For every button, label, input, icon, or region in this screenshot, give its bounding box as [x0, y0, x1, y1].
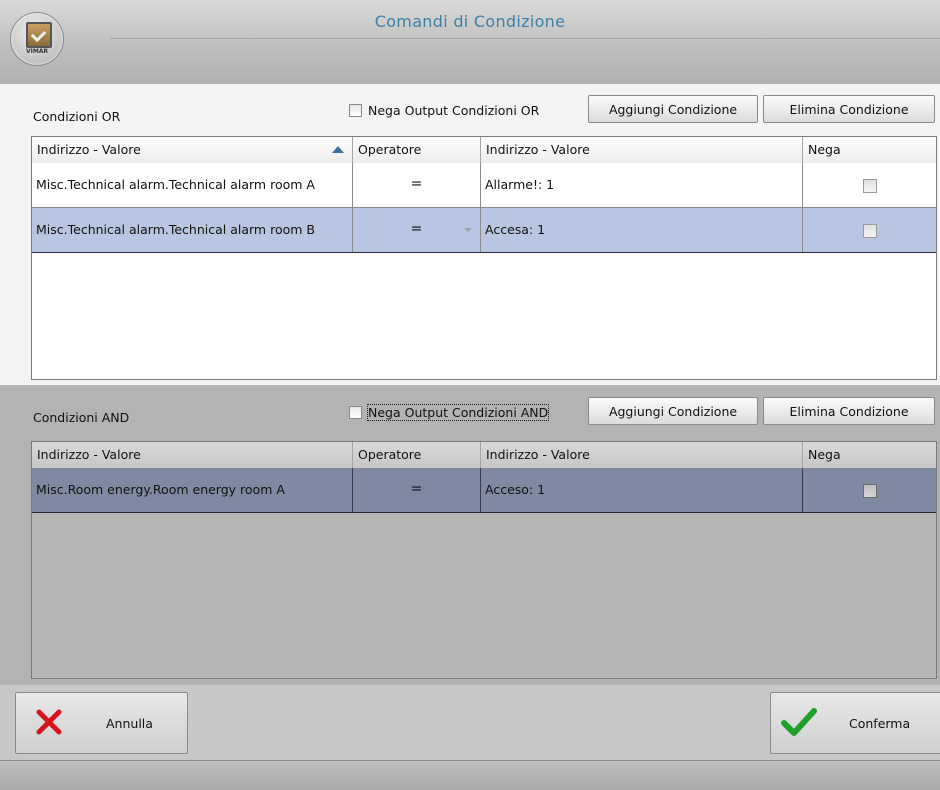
or-col-value[interactable]: Indirizzo - Valore — [481, 137, 803, 163]
dialog-window: VIMAR Comandi di Condizione Condizioni O… — [0, 0, 940, 790]
or-row-operator: = — [410, 221, 423, 237]
and-conditions-panel: Condizioni AND Nega Output Condizioni AN… — [0, 385, 940, 685]
and-table-row-selected[interactable]: Misc.Room energy.Room energy room A = Ac… — [32, 468, 936, 513]
or-row-address[interactable]: Misc.Technical alarm.Technical alarm roo… — [32, 163, 353, 207]
or-delete-condition-button[interactable]: Elimina Condizione — [763, 95, 935, 123]
or-row-operator-dropdown[interactable]: = — [353, 208, 481, 252]
confirm-label: Conferma — [849, 716, 911, 731]
or-row-value[interactable]: Allarme!: 1 — [481, 163, 803, 207]
or-row-address[interactable]: Misc.Technical alarm.Technical alarm roo… — [32, 208, 353, 252]
title-bar: VIMAR Comandi di Condizione — [0, 0, 940, 85]
and-row-negate-checkbox[interactable] — [863, 484, 877, 498]
red-x-icon — [36, 709, 62, 735]
or-conditions-panel: Condizioni OR Nega Output Condizioni OR … — [0, 84, 940, 385]
or-section-label: Condizioni OR — [33, 109, 121, 124]
or-row-value[interactable]: Accesa: 1 — [481, 208, 803, 252]
and-col-value[interactable]: Indirizzo - Valore — [481, 442, 803, 468]
window-title: Comandi di Condizione — [374, 12, 566, 31]
or-col-address[interactable]: Indirizzo - Valore — [32, 137, 353, 163]
and-table-header: Indirizzo - Valore Operatore Indirizzo -… — [32, 442, 936, 469]
or-col-address-label: Indirizzo - Valore — [37, 142, 141, 157]
and-section-label: Condizioni AND — [33, 410, 130, 425]
or-row-negate-checkbox[interactable] — [863, 224, 877, 238]
or-row-negate-checkbox[interactable] — [863, 179, 877, 193]
and-row-value[interactable]: Acceso: 1 — [481, 468, 803, 512]
and-conditions-table[interactable]: Indirizzo - Valore Operatore Indirizzo -… — [31, 441, 937, 679]
or-add-condition-button[interactable]: Aggiungi Condizione — [588, 95, 758, 123]
and-row-operator[interactable]: = — [353, 468, 481, 512]
dropdown-arrow-icon[interactable] — [464, 228, 472, 232]
cancel-label: Annulla — [106, 716, 153, 731]
negate-or-label[interactable]: Nega Output Condizioni OR — [368, 103, 539, 118]
negate-or-checkbox[interactable] — [349, 104, 362, 117]
and-delete-condition-button[interactable]: Elimina Condizione — [763, 397, 935, 425]
and-row-negate-cell — [803, 468, 936, 512]
sort-ascending-icon — [332, 146, 344, 153]
or-table-header: Indirizzo - Valore Operatore Indirizzo -… — [32, 137, 936, 164]
negate-and-label[interactable]: Nega Output Condizioni AND — [366, 404, 550, 421]
or-col-negate[interactable]: Nega — [803, 137, 936, 163]
and-add-condition-button[interactable]: Aggiungi Condizione — [588, 397, 758, 425]
status-bar — [0, 760, 940, 790]
green-check-icon — [781, 708, 817, 736]
or-row-negate-cell — [803, 208, 936, 252]
and-col-address[interactable]: Indirizzo - Valore — [32, 442, 353, 468]
or-table-row-selected[interactable]: Misc.Technical alarm.Technical alarm roo… — [32, 208, 936, 253]
or-col-operator[interactable]: Operatore — [353, 137, 481, 163]
or-row-operator[interactable]: = — [353, 163, 481, 207]
confirm-button[interactable]: Conferma — [770, 692, 940, 754]
and-col-negate[interactable]: Nega — [803, 442, 936, 468]
or-table-row[interactable]: Misc.Technical alarm.Technical alarm roo… — [32, 163, 936, 208]
or-row-negate-cell — [803, 163, 936, 207]
or-conditions-table[interactable]: Indirizzo - Valore Operatore Indirizzo -… — [31, 136, 937, 380]
cancel-button[interactable]: Annulla — [15, 692, 188, 754]
and-col-operator[interactable]: Operatore — [353, 442, 481, 468]
and-row-address[interactable]: Misc.Room energy.Room energy room A — [32, 468, 353, 512]
negate-and-checkbox[interactable] — [349, 406, 362, 419]
title-divider — [110, 38, 940, 39]
logo-text: VIMAR — [25, 48, 49, 55]
